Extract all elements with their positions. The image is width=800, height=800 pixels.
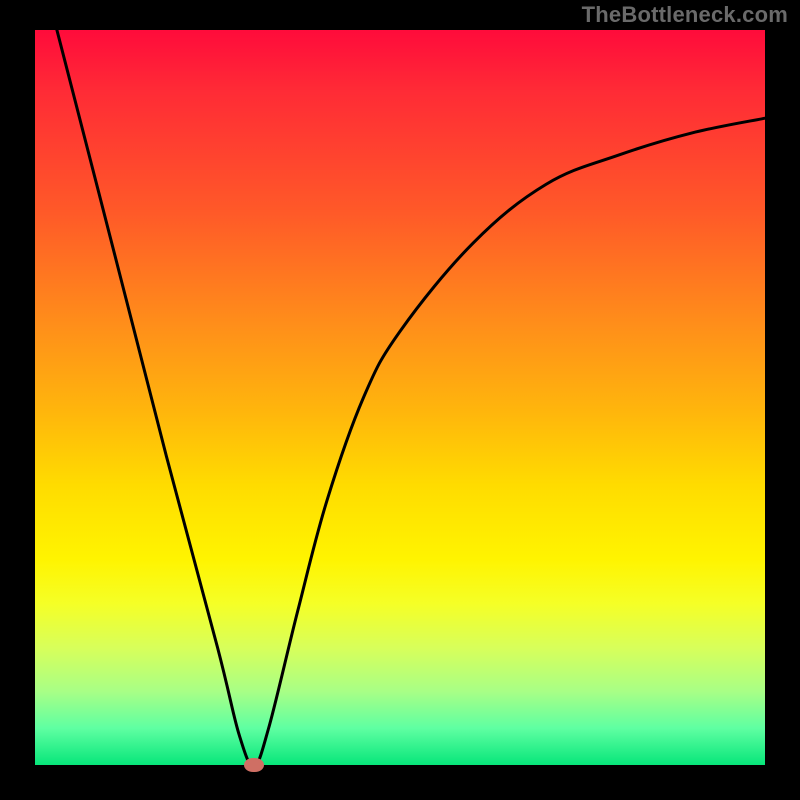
optimum-marker <box>244 758 264 772</box>
bottleneck-curve <box>57 30 765 765</box>
curve-layer <box>0 0 800 800</box>
chart-container: TheBottleneck.com <box>0 0 800 800</box>
watermark-text: TheBottleneck.com <box>582 2 788 28</box>
